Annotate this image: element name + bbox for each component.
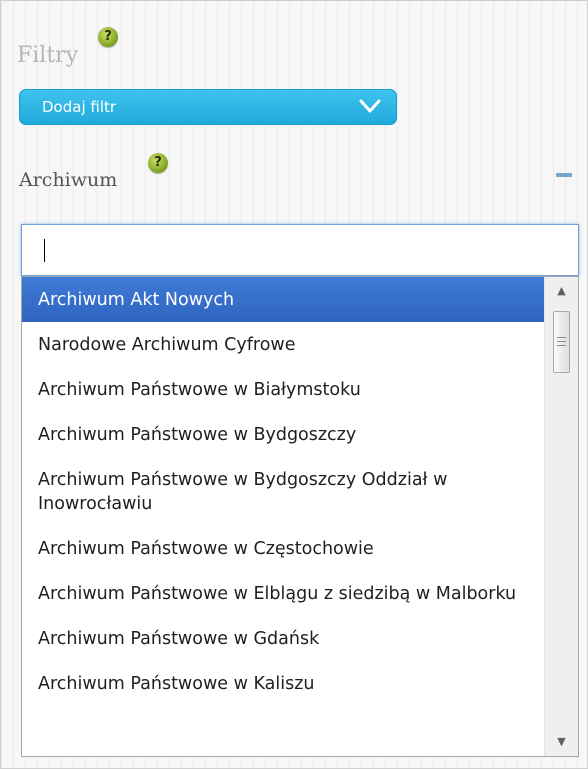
scrollbar[interactable]: ▲ ▼ — [544, 277, 578, 756]
archive-section-title: Archiwum — [19, 169, 118, 191]
question-mark-icon[interactable]: ? — [98, 27, 118, 47]
archive-options-list[interactable]: Archiwum Akt Nowych Narodowe Archiwum Cyf… — [21, 276, 579, 757]
filters-panel: Filtry ? Dodaj filtr Archiwum ? Archiwum… — [0, 0, 588, 769]
question-mark-icon[interactable]: ? — [148, 153, 168, 173]
chevron-down-icon — [359, 99, 381, 113]
archive-option[interactable]: Archiwum Państwowe w Bydgoszczy Oddział … — [22, 457, 544, 526]
archive-option[interactable]: Archiwum Państwowe w Częstochowie — [22, 526, 544, 571]
scrollbar-thumb[interactable] — [553, 311, 570, 373]
add-filter-label: Dodaj filtr — [42, 98, 117, 116]
collapse-icon[interactable] — [556, 173, 572, 177]
archive-option[interactable]: Archiwum Akt Nowych — [22, 277, 544, 322]
grip-line — [557, 341, 566, 342]
scroll-up-arrow-icon[interactable]: ▲ — [545, 281, 578, 301]
filters-title: Filtry — [17, 43, 79, 68]
archive-option[interactable]: Archiwum Państwowe w Gdańsk — [22, 616, 544, 661]
grip-line — [557, 337, 566, 338]
options-container: Archiwum Akt Nowych Narodowe Archiwum Cyf… — [22, 277, 544, 706]
text-caret — [44, 239, 45, 262]
scroll-down-arrow-icon[interactable]: ▼ — [545, 732, 578, 752]
archive-option[interactable]: Narodowe Archiwum Cyfrowe — [22, 322, 544, 367]
archive-search-field[interactable] — [21, 224, 579, 276]
archive-option[interactable]: Archiwum Państwowe w Elblągu z siedzibą … — [22, 571, 544, 616]
archive-option[interactable]: Archiwum Państwowe w Białymstoku — [22, 367, 544, 412]
grip-line — [557, 345, 566, 346]
add-filter-dropdown[interactable]: Dodaj filtr — [19, 89, 397, 125]
archive-option[interactable]: Archiwum Państwowe w Bydgoszczy — [22, 412, 544, 457]
archive-option[interactable]: Archiwum Państwowe w Kaliszu — [22, 661, 544, 706]
archive-search-input[interactable] — [22, 225, 578, 275]
